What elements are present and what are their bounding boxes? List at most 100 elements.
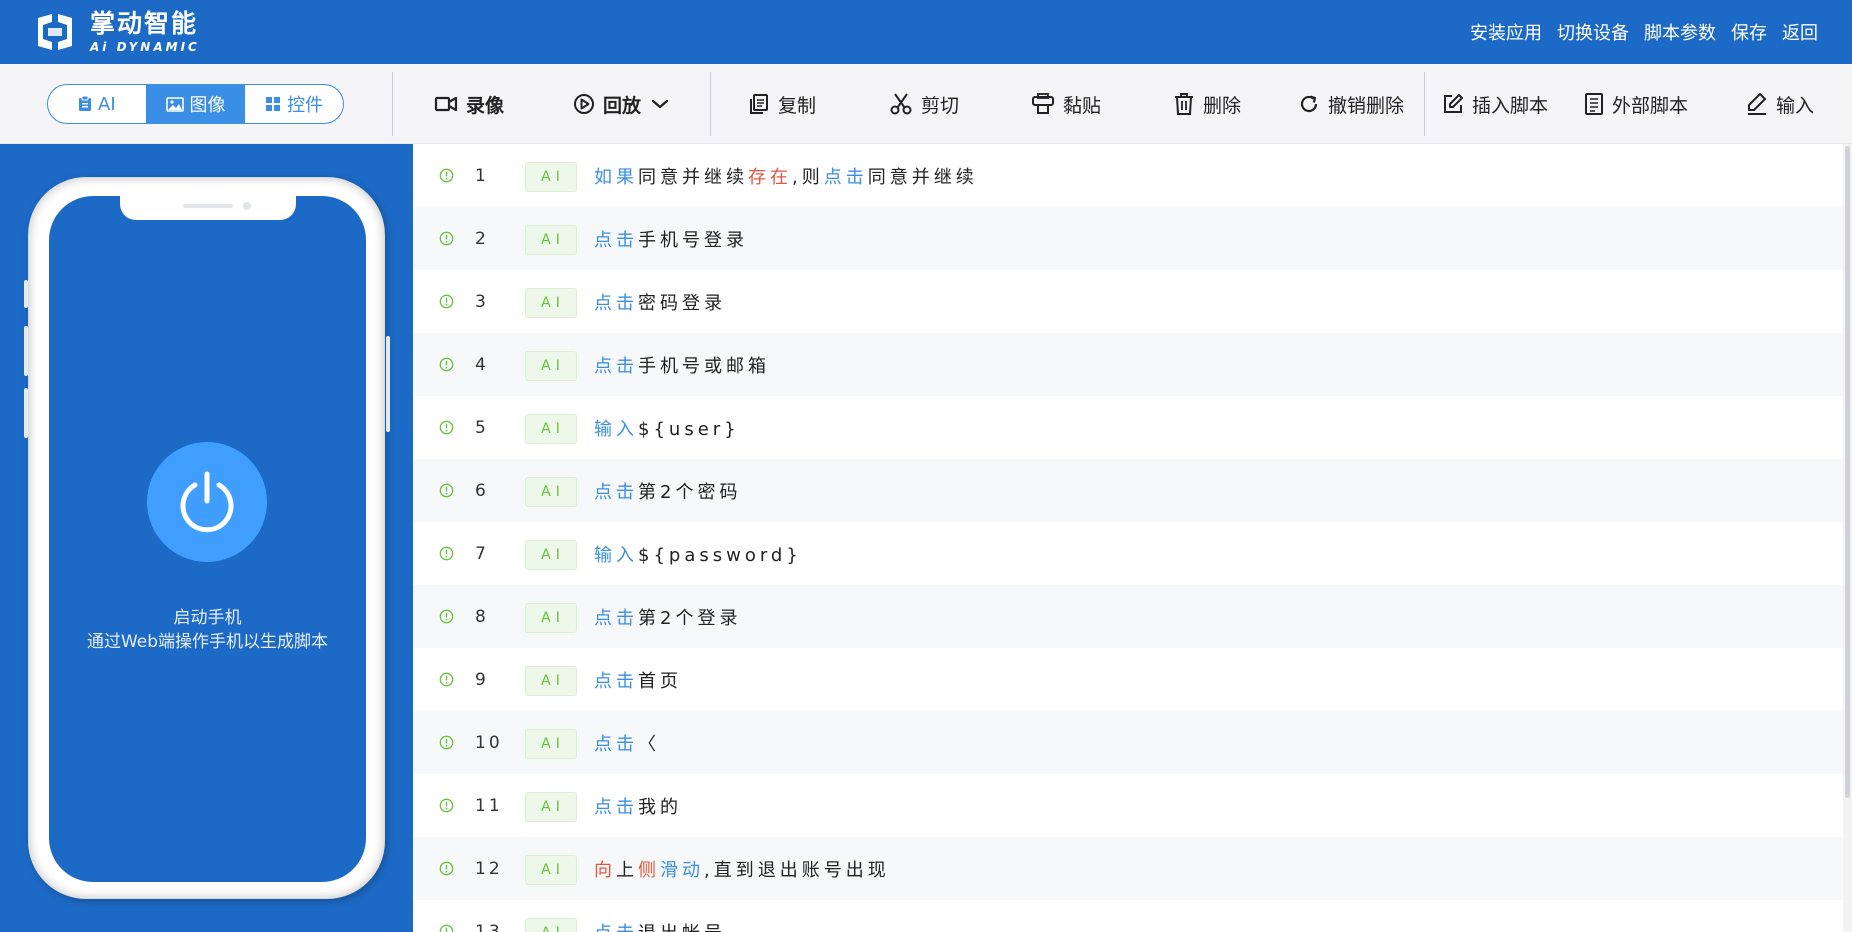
script-step-row[interactable]: 13 AI 点击退出帐号: [413, 900, 1843, 932]
trash-icon: [1173, 92, 1195, 116]
scrollbar-thumb[interactable]: [1845, 146, 1850, 798]
script-step-row[interactable]: 3 AI 点击密码登录: [413, 270, 1843, 333]
script-step-row[interactable]: 7 AI 输入${password}: [413, 522, 1843, 585]
step-command: 点击第2个密码: [594, 478, 741, 504]
brand-logo[interactable]: 掌动智能 Ai DYNAMIC: [30, 11, 200, 53]
ai-badge: AI: [525, 603, 577, 633]
script-params-link[interactable]: 脚本参数: [1644, 19, 1716, 45]
command-text: 同意并继续: [867, 166, 978, 188]
undo-delete-button[interactable]: 撤销删除: [1298, 64, 1404, 144]
step-command: 点击密码登录: [594, 289, 726, 315]
info-circle-icon: [439, 357, 454, 372]
mode-ai-label: AI: [98, 93, 116, 115]
insert-script-label: 插入脚本: [1472, 94, 1549, 117]
copy-icon: [748, 93, 770, 115]
script-step-row[interactable]: 9 AI 点击首页: [413, 648, 1843, 711]
paste-button[interactable]: 黏贴: [1031, 64, 1101, 144]
command-keyword: 点击: [594, 481, 638, 503]
step-number: 4: [475, 354, 489, 375]
toolbar: AI 图像 控件 录像 回放 复制 剪切 黏贴 删除 撤销删除 插入脚本 外部脚…: [0, 64, 1852, 144]
cut-button[interactable]: 剪切: [889, 64, 959, 144]
mode-ai-tab[interactable]: AI: [48, 85, 146, 123]
step-number: 11: [475, 795, 503, 816]
mode-switch: AI 图像 控件: [47, 84, 344, 124]
command-text: ${user}: [638, 418, 740, 440]
copy-button[interactable]: 复制: [748, 64, 816, 144]
insert-script-button[interactable]: 插入脚本: [1442, 64, 1548, 144]
ai-badge: AI: [525, 540, 577, 570]
script-step-row[interactable]: 4 AI 点击手机号或邮箱: [413, 333, 1843, 396]
script-step-row[interactable]: 6 AI 点击第2个密码: [413, 459, 1843, 522]
step-command: 点击〈: [594, 730, 660, 756]
script-step-row[interactable]: 2 AI 点击手机号登录: [413, 207, 1843, 270]
step-number: 8: [475, 606, 489, 627]
script-step-row[interactable]: 5 AI 输入${user}: [413, 396, 1843, 459]
command-keyword: 点击: [594, 355, 638, 377]
input-label: 输入: [1776, 94, 1815, 117]
start-phone-title: 启动手机: [173, 608, 242, 628]
step-command: 点击我的: [594, 793, 682, 819]
external-script-button[interactable]: 外部脚本: [1584, 64, 1688, 144]
phone-speaker: [183, 204, 233, 208]
switch-device-link[interactable]: 切换设备: [1557, 19, 1629, 45]
playback-label: 回放: [603, 94, 642, 117]
ai-badge: AI: [525, 225, 577, 255]
script-step-row[interactable]: 11 AI 点击我的: [413, 774, 1843, 837]
phone-frame: 启动手机 通过Web端操作手机以生成脚本: [24, 177, 390, 899]
step-number: 13: [475, 921, 503, 932]
step-command: 输入${user}: [594, 415, 740, 441]
command-text: ${password}: [638, 544, 802, 566]
script-step-row[interactable]: 12 AI 向上侧滑动,直到退出账号出现: [413, 837, 1843, 900]
mode-control-tab[interactable]: 控件: [244, 85, 343, 123]
toolbar-divider: [1424, 72, 1425, 136]
phone-panel: 启动手机 通过Web端操作手机以生成脚本: [0, 144, 413, 932]
copy-label: 复制: [778, 94, 817, 117]
save-link[interactable]: 保存: [1731, 19, 1767, 45]
step-number: 3: [475, 291, 489, 312]
info-circle-icon: [439, 168, 454, 183]
step-command: 点击第2个登录: [594, 604, 741, 630]
step-command: 如果同意并继续存在,则点击同意并继续: [594, 163, 978, 189]
command-keyword: 滑动: [660, 859, 704, 881]
power-button[interactable]: [147, 442, 267, 562]
script-step-row[interactable]: 8 AI 点击第2个登录: [413, 585, 1843, 648]
mode-control-label: 控件: [287, 95, 324, 116]
ai-badge: AI: [525, 351, 577, 381]
brand-name-en: Ai DYNAMIC: [90, 40, 200, 54]
ai-badge: AI: [525, 855, 577, 885]
command-text: 密码登录: [638, 292, 726, 314]
step-command: 向上侧滑动,直到退出账号出现: [594, 856, 890, 882]
step-command: 点击退出帐号: [594, 919, 726, 932]
step-number: 1: [475, 165, 489, 186]
step-number: 7: [475, 543, 489, 564]
phone-camera: [243, 202, 251, 210]
info-circle-icon: [439, 672, 454, 687]
record-button[interactable]: 录像: [434, 64, 504, 144]
script-step-row[interactable]: 1 AI 如果同意并继续存在,则点击同意并继续: [413, 144, 1843, 207]
chevron-down-icon[interactable]: [651, 98, 669, 110]
info-circle-icon: [439, 231, 454, 246]
step-number: 6: [475, 480, 489, 501]
delete-button[interactable]: 删除: [1173, 64, 1241, 144]
phone-notch: [120, 196, 296, 220]
playback-button[interactable]: 回放: [573, 64, 669, 144]
input-button[interactable]: 输入: [1746, 64, 1814, 144]
command-keyword: 存在: [748, 166, 792, 188]
step-command: 点击手机号登录: [594, 226, 748, 252]
grid-icon: [265, 96, 281, 112]
command-keyword: 点击: [594, 923, 638, 932]
back-link[interactable]: 返回: [1782, 19, 1818, 45]
script-step-row[interactable]: 10 AI 点击〈: [413, 711, 1843, 774]
install-app-link[interactable]: 安装应用: [1470, 19, 1542, 45]
info-circle-icon: [439, 420, 454, 435]
command-keyword: 如果: [594, 166, 638, 188]
command-text: 第2个密码: [638, 481, 742, 503]
command-text: 手机号登录: [638, 229, 748, 251]
info-circle-icon: [439, 735, 454, 750]
mode-image-tab[interactable]: 图像: [145, 85, 245, 123]
command-keyword: 点击: [594, 607, 638, 629]
phone-side-button: [24, 326, 28, 376]
command-keyword: 向: [594, 859, 616, 881]
cut-label: 剪切: [921, 94, 960, 117]
record-label: 录像: [466, 94, 505, 117]
